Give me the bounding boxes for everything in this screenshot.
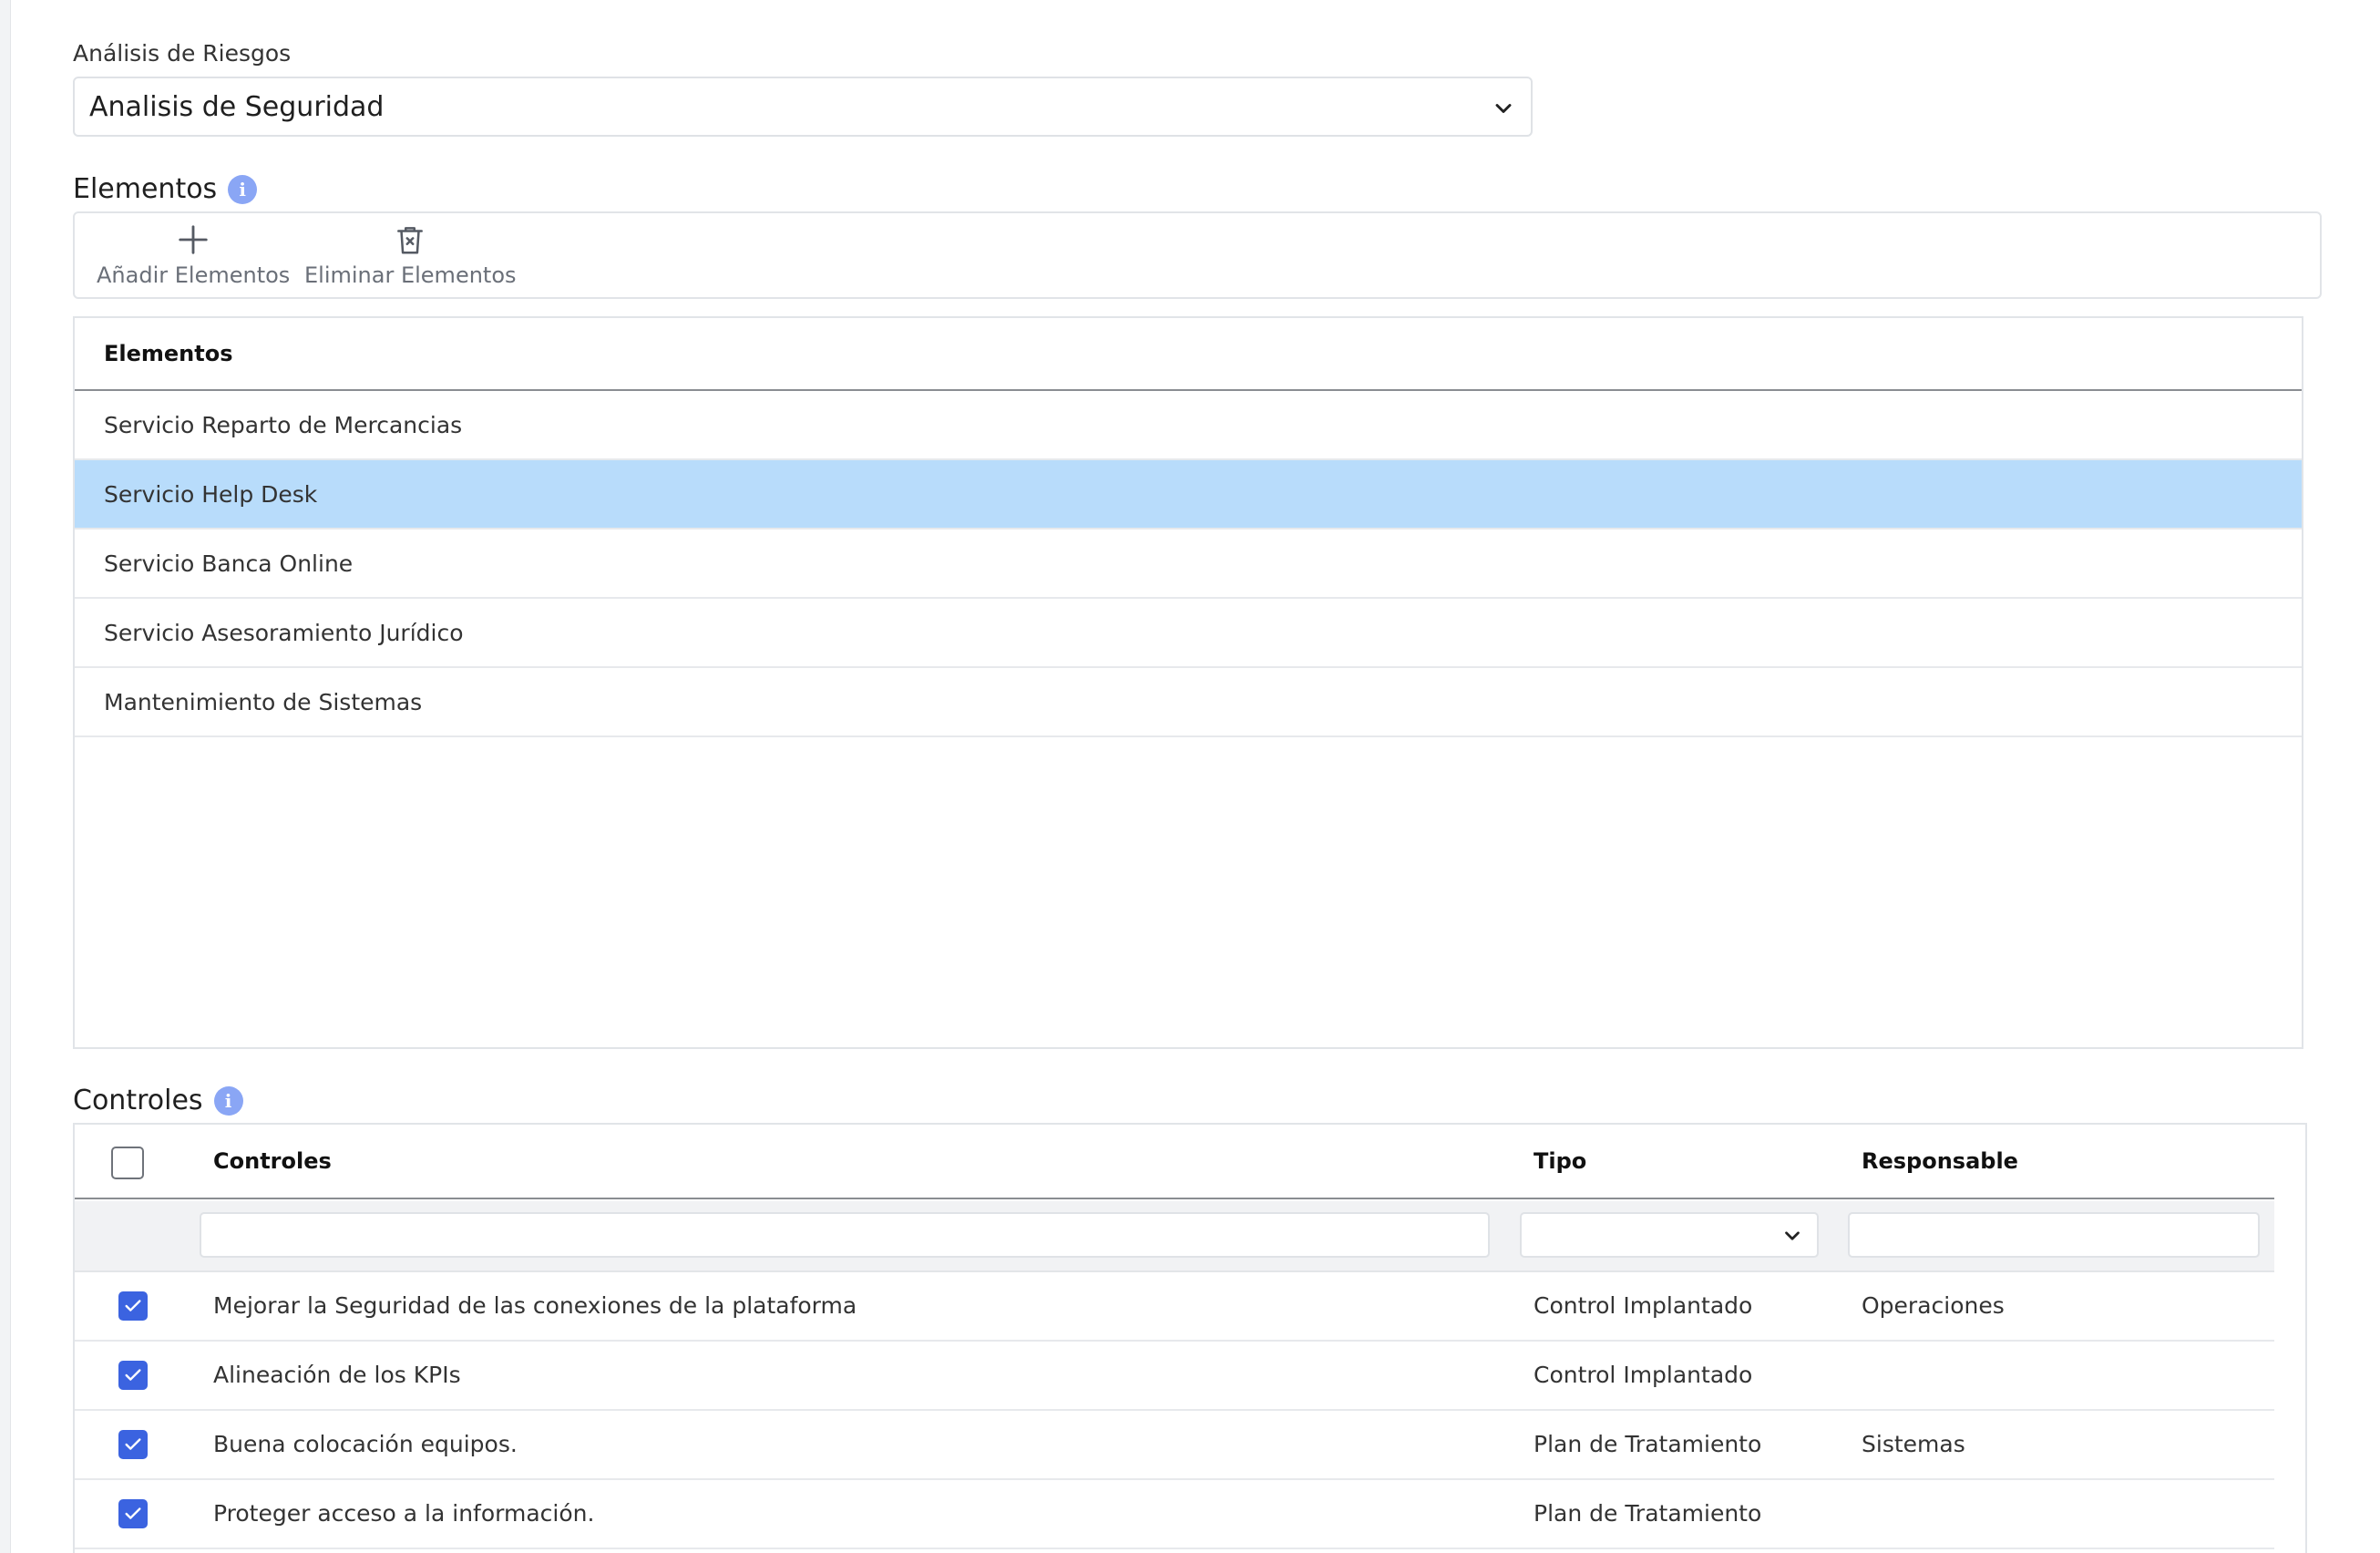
control-name: Alineación de los KPIs: [213, 1362, 461, 1388]
table-row-selected[interactable]: Servicio Help Desk: [75, 460, 2302, 530]
checkmark-icon: [125, 1438, 141, 1450]
elements-toolbar: Añadir Elementos Eliminar Elementos: [73, 211, 2322, 299]
elements-section-title: Elementos i: [73, 173, 258, 205]
add-elements-button[interactable]: Añadir Elementos: [97, 222, 290, 288]
responsable-filter-input[interactable]: [1848, 1212, 2260, 1258]
delete-elements-label: Eliminar Elementos: [304, 262, 517, 288]
controls-section-title: Controles i: [73, 1085, 243, 1116]
table-row[interactable]: Alineación de los KPIs Control Implantad…: [75, 1342, 2274, 1411]
plus-icon: [179, 225, 208, 254]
left-panel-edge: [0, 0, 11, 1553]
risk-analysis-select[interactable]: Analisis de Seguridad: [73, 77, 1533, 137]
column-header-controles[interactable]: Controles: [213, 1148, 332, 1174]
control-type: Plan de Tratamiento: [1534, 1500, 1762, 1527]
risk-analysis-selected-value: Analisis de Seguridad: [89, 90, 385, 123]
delete-elements-button[interactable]: Eliminar Elementos: [304, 222, 517, 288]
checkmark-icon: [125, 1507, 141, 1519]
elements-column-header[interactable]: Elementos: [75, 318, 2302, 391]
controls-table-header: Controles Tipo Responsable: [75, 1125, 2274, 1199]
controles-filter-input[interactable]: [200, 1212, 1490, 1258]
chevron-down-icon: [1785, 1231, 1800, 1240]
elements-table: Elementos Servicio Reparto de Mercancias…: [73, 316, 2303, 1049]
add-elements-label: Añadir Elementos: [97, 262, 291, 288]
column-header-tipo[interactable]: Tipo: [1534, 1148, 1586, 1174]
elements-title-text: Elementos: [73, 173, 218, 205]
table-row[interactable]: Mejorar la Seguridad de las conexiones d…: [75, 1272, 2274, 1342]
control-name: Mejorar la Seguridad de las conexiones d…: [213, 1292, 857, 1319]
table-row[interactable]: Mantenimiento de Sistemas: [75, 668, 2302, 737]
table-row[interactable]: Buena colocación equipos. Plan de Tratam…: [75, 1411, 2274, 1480]
control-owner: Sistemas: [1862, 1431, 1965, 1457]
controls-title-text: Controles: [73, 1085, 203, 1116]
info-icon[interactable]: i: [213, 1085, 243, 1116]
row-checkbox[interactable]: [118, 1291, 148, 1321]
table-row[interactable]: Proteger acceso a la información. Plan d…: [75, 1480, 2274, 1549]
control-type: Plan de Tratamiento: [1534, 1431, 1762, 1457]
risk-analysis-label: Análisis de Riesgos: [73, 40, 292, 67]
row-checkbox[interactable]: [118, 1430, 148, 1459]
table-row[interactable]: Servicio Reparto de Mercancias: [75, 391, 2302, 460]
control-name: Proteger acceso a la información.: [213, 1500, 595, 1527]
row-checkbox[interactable]: [118, 1499, 148, 1528]
control-type: Control Implantado: [1534, 1362, 1753, 1388]
control-name: Buena colocación equipos.: [213, 1431, 518, 1457]
row-checkbox[interactable]: [118, 1361, 148, 1390]
checkmark-icon: [125, 1300, 141, 1311]
checkmark-icon: [125, 1369, 141, 1381]
chevron-down-icon: [1495, 104, 1512, 113]
control-owner: Operaciones: [1862, 1292, 2005, 1319]
control-type: Control Implantado: [1534, 1292, 1753, 1319]
filter-row: [75, 1201, 2274, 1272]
table-row[interactable]: Servicio Banca Online: [75, 530, 2302, 599]
table-row[interactable]: Servicio Asesoramiento Jurídico: [75, 599, 2302, 668]
info-icon[interactable]: i: [228, 174, 258, 204]
column-header-responsable[interactable]: Responsable: [1862, 1148, 2018, 1174]
tipo-filter-select[interactable]: [1520, 1212, 1819, 1258]
controls-table: Controles Tipo Responsable Mejorar la Se…: [73, 1123, 2307, 1553]
trash-icon: [397, 227, 424, 254]
select-all-checkbox[interactable]: [111, 1147, 144, 1179]
